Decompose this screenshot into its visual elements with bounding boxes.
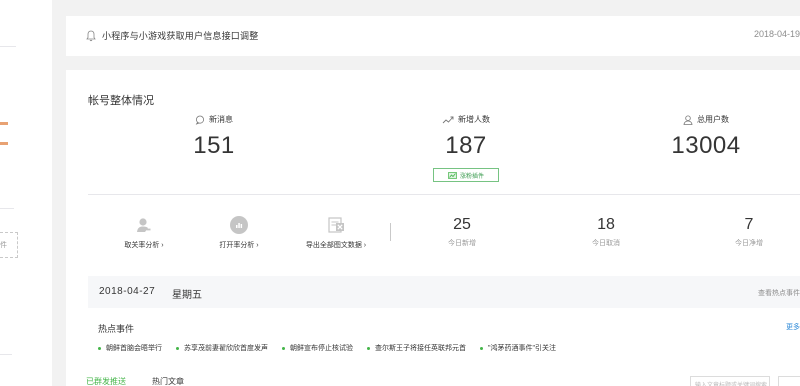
bullet-icon (176, 346, 179, 350)
section-divider (88, 194, 800, 195)
today-net-stat: 7 今日净增 (694, 216, 800, 248)
grow-fans-button[interactable]: 涨粉插件 (433, 168, 499, 182)
fans-chart-icon (448, 171, 457, 179)
left-sidebar: 件 (0, 0, 52, 386)
user-unfollow-icon (135, 216, 153, 234)
notice-date: 2018-04-19 (753, 29, 800, 39)
hot-event-item[interactable]: 查尔斯王子将接任英联邦元首 (367, 343, 466, 353)
date-header: 2018-04-27 星期五 查看热点事件 (88, 276, 800, 308)
bullet-icon (282, 346, 285, 350)
chat-bubble-icon (195, 115, 204, 125)
chart-circle-icon (230, 216, 248, 234)
today-label: 今日新增 (448, 240, 476, 247)
today-label: 今日净增 (735, 240, 763, 247)
hot-event-item[interactable]: "鸿茅药酒事件"引关注 (480, 343, 556, 353)
today-new-stat: 25 今日新增 (407, 216, 517, 248)
tool-label: 取关率分析 › (124, 242, 164, 249)
sidebar-new-tag (0, 122, 8, 125)
trend-line-icon (442, 116, 454, 123)
stat-label: 总用户数 (697, 115, 729, 124)
stat-value: 151 (193, 132, 235, 159)
sidebar-plugin-label: 件 (0, 242, 7, 249)
today-cancel-stat: 18 今日取消 (551, 216, 661, 248)
excel-icon (327, 216, 345, 234)
sidebar-divider (0, 354, 12, 355)
today-value: 25 (453, 216, 471, 233)
hot-events-title: 热点事件 (98, 324, 135, 334)
hot-events-more-link[interactable]: 更多 (786, 322, 800, 332)
grow-fans-label: 涨粉插件 (459, 173, 484, 180)
tab-sent-articles[interactable]: 已群发推送 (86, 376, 126, 386)
stat-label: 新消息 (209, 115, 233, 124)
stat-value: 13004 (671, 132, 741, 159)
article-tabs: 已群发推送 热门文章 (86, 376, 184, 386)
stat-label: 新增人数 (458, 115, 490, 124)
open-rate-analysis-link[interactable]: 打开率分析 › (191, 216, 287, 250)
hot-event-item[interactable]: 朝鲜宣布停止核试验 (282, 343, 353, 353)
section-title: 帐号整体情况 (88, 95, 154, 107)
hot-events-list: 朝鲜首脑会晤举行 苏享茂前妻翟欣欣首度发声 朝鲜宣布停止核试验 查尔斯王子将接任… (98, 343, 556, 353)
today-value: 18 (597, 216, 615, 233)
notice-link[interactable]: 小程序与小游戏获取用户信息接口调整 (102, 29, 258, 42)
current-date: 2018-04-27 (99, 286, 156, 297)
vertical-divider (390, 223, 391, 241)
sidebar-new-tag (0, 142, 8, 145)
view-hot-events-link[interactable]: 查看热点事件 (758, 288, 800, 298)
tool-label: 打开率分析 › (219, 242, 259, 249)
stat-total-users[interactable]: 总用户数 13004 (646, 114, 766, 160)
unfollow-analysis-link[interactable]: 取关率分析 › (96, 216, 192, 250)
stat-value: 187 (445, 132, 487, 159)
tab-hot-articles[interactable]: 热门文章 (152, 376, 184, 386)
account-overview-panel: 帐号整体情况 新消息 151 新增人数 187 涨粉插件 总用户数 13004 … (66, 70, 800, 386)
hot-event-item[interactable]: 朝鲜首脑会晤举行 (98, 343, 162, 353)
notice-bar: 小程序与小游戏获取用户信息接口调整 2018-04-19 (66, 16, 800, 56)
user-icon (683, 115, 693, 125)
article-search-input[interactable]: 输入文章标题或关键词搜索 (690, 376, 770, 386)
bell-icon (86, 30, 96, 42)
bullet-icon (367, 346, 370, 350)
export-articles-link[interactable]: 导出全部图文数据 › (288, 216, 384, 250)
tool-label: 导出全部图文数据 › (305, 242, 367, 249)
hot-event-item[interactable]: 苏享茂前妻翟欣欣首度发声 (176, 343, 268, 353)
stat-new-followers[interactable]: 新增人数 187 (406, 114, 526, 160)
stat-new-messages[interactable]: 新消息 151 (154, 114, 274, 160)
bullet-icon (480, 346, 483, 350)
search-button[interactable] (778, 376, 800, 386)
current-weekday: 星期五 (172, 290, 202, 301)
today-label: 今日取消 (592, 240, 620, 247)
sidebar-divider (0, 208, 14, 209)
bullet-icon (98, 346, 101, 350)
today-value: 7 (744, 216, 754, 233)
sidebar-divider (0, 46, 16, 47)
